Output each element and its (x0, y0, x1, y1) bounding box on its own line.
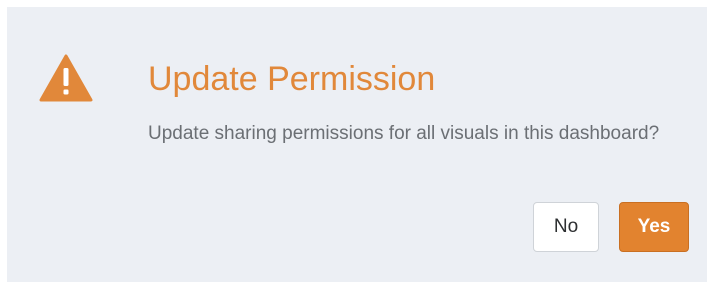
warning-icon (39, 54, 93, 102)
dialog-title: Update Permission (148, 60, 436, 98)
confirm-dialog: Update Permission Update sharing permiss… (7, 7, 707, 282)
yes-button[interactable]: Yes (619, 202, 689, 252)
no-button[interactable]: No (533, 202, 599, 252)
dialog-message: Update sharing permissions for all visua… (148, 123, 660, 144)
